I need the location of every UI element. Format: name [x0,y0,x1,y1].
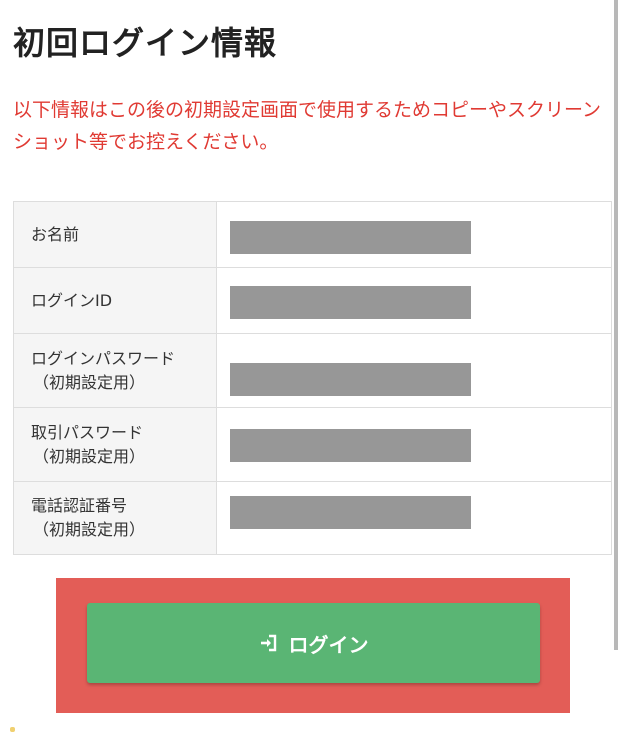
scrollbar[interactable] [614,0,618,650]
row-label-cell: ログインパスワード （初期設定用） [14,334,217,407]
notice-text: 以下情報はこの後の初期設定画面で使用するためコピーやスクリーンショット等でお控え… [13,99,602,153]
row-value-cell [217,482,611,554]
page: 初回ログイン情報 以下情報はこの後の初期設定画面で使用するためコピーやスクリーン… [0,0,627,747]
login-button-label: ログイン [288,632,369,657]
login-button[interactable]: ログイン [87,603,540,683]
row-sublabel: （初期設定用） [33,372,146,392]
table-row-trade-password: 取引パスワード （初期設定用） [14,408,611,482]
login-icon [259,633,279,653]
row-value-cell [217,202,611,267]
row-label: ログインID [31,290,113,310]
footer-dot [10,727,15,732]
redacted-value [230,496,471,529]
row-sublabel: （初期設定用） [33,446,146,466]
table-row-login-id: ログインID [14,268,611,334]
row-label-cell: ログインID [14,268,217,333]
table-row-name: お名前 [14,202,611,268]
table-row-phone-auth: 電話認証番号 （初期設定用） [14,482,611,554]
redacted-value [230,363,471,396]
row-label-cell: お名前 [14,202,217,267]
redacted-value [230,221,471,254]
row-label: 取引パスワード [31,422,144,442]
row-value-cell [217,268,611,333]
row-label-cell: 取引パスワード （初期設定用） [14,408,217,481]
redacted-value [230,286,471,319]
row-label: お名前 [31,224,80,244]
row-value-cell [217,334,611,407]
page-title: 初回ログイン情報 [13,24,278,62]
row-sublabel: （初期設定用） [33,520,146,539]
row-label: 電話認証番号 [31,496,128,515]
row-value-cell [217,408,611,481]
login-info-table: お名前 ログインID ログインパスワード （初期設定用） 取引パスワード （初期… [13,201,612,555]
table-row-login-password: ログインパスワード （初期設定用） [14,334,611,408]
redacted-value [230,429,471,462]
row-label-cell: 電話認証番号 （初期設定用） [14,482,217,554]
row-label: ログインパスワード [31,348,176,368]
